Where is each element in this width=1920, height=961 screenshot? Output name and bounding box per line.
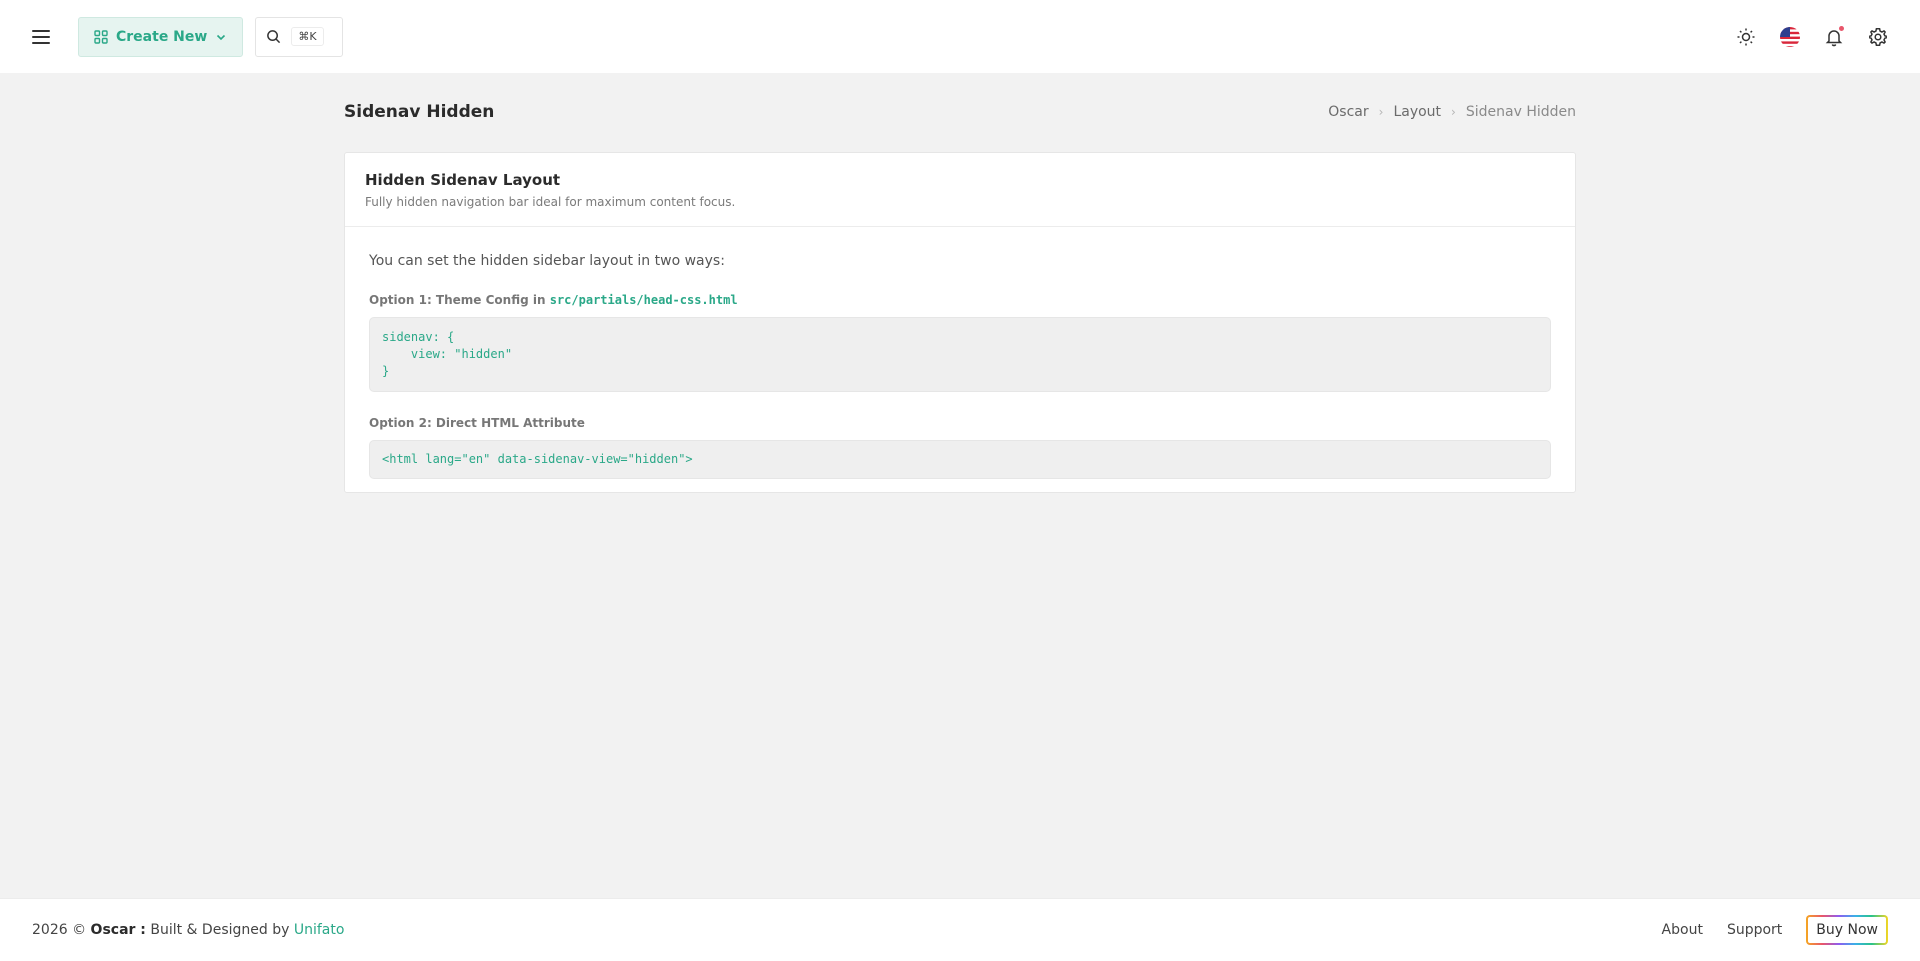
card-body: You can set the hidden sidebar layout in…	[345, 227, 1575, 479]
breadcrumb-item-oscar[interactable]: Oscar	[1328, 104, 1368, 120]
us-flag-icon	[1780, 26, 1800, 47]
notifications-button[interactable]	[1822, 25, 1846, 49]
footer-year: 2026 ©	[32, 922, 87, 938]
hidden-sidenav-card: Hidden Sidenav Layout Fully hidden navig…	[344, 152, 1576, 493]
footer-built-text: Built & Designed by	[150, 922, 290, 938]
breadcrumb: Oscar › Layout › Sidenav Hidden	[1328, 104, 1576, 120]
chevron-right-icon: ›	[1378, 105, 1384, 119]
top-bar: Create New ⌘K	[0, 0, 1920, 73]
footer-company-link[interactable]: Unifato	[294, 922, 345, 938]
menu-icon	[32, 29, 50, 44]
notification-dot	[1839, 25, 1844, 31]
page-title: Sidenav Hidden	[344, 102, 495, 122]
language-selector-button[interactable]	[1778, 25, 1802, 49]
theme-toggle-button[interactable]	[1734, 25, 1758, 49]
search-icon	[267, 30, 281, 44]
option1-label-text: Option 1: Theme Config in	[369, 293, 546, 307]
option2-code-block: <html lang="en" data-sidenav-view="hidde…	[369, 440, 1551, 479]
option2-label: Option 2: Direct HTML Attribute	[369, 416, 585, 430]
chevron-down-icon	[217, 34, 226, 40]
chevron-right-icon: ›	[1451, 105, 1456, 119]
footer-product: Oscar :	[90, 922, 146, 938]
intro-text: You can set the hidden sidebar layout in…	[369, 253, 725, 269]
topbar-actions	[1734, 0, 1890, 73]
settings-button[interactable]	[1866, 25, 1890, 49]
card-title: Hidden Sidenav Layout	[365, 171, 561, 189]
option1-path: src/partials/head-css.html	[549, 293, 738, 307]
breadcrumb-item-current: Sidenav Hidden	[1465, 104, 1576, 120]
card-subtitle: Fully hidden navigation bar ideal for ma…	[365, 195, 736, 209]
footer-link-about[interactable]: About	[1662, 922, 1703, 938]
create-new-button[interactable]: Create New	[78, 16, 244, 57]
search-shortcut-badge: ⌘K	[291, 27, 324, 46]
option1-code-block: sidenav: { view: "hidden" }	[369, 317, 1551, 392]
grid-icon	[94, 29, 108, 44]
footer-links: About Support Buy Now	[1662, 915, 1888, 945]
breadcrumb-item-layout[interactable]: Layout	[1393, 104, 1441, 120]
footer: 2026 © Oscar : Built & Designed by Unifa…	[0, 898, 1920, 961]
card-header: Hidden Sidenav Layout Fully hidden navig…	[345, 153, 1575, 227]
footer-credit: 2026 © Oscar : Built & Designed by Unifa…	[32, 922, 344, 938]
sun-icon	[1737, 28, 1755, 45]
buy-now-button[interactable]: Buy Now	[1806, 915, 1888, 945]
menu-toggle-button[interactable]	[28, 23, 56, 51]
option1-label: Option 1: Theme Config in src/partials/h…	[369, 293, 1551, 307]
gear-icon	[1869, 27, 1887, 46]
create-new-label: Create New	[116, 28, 208, 45]
footer-link-support[interactable]: Support	[1727, 922, 1782, 938]
search-button[interactable]: ⌘K	[255, 16, 344, 57]
